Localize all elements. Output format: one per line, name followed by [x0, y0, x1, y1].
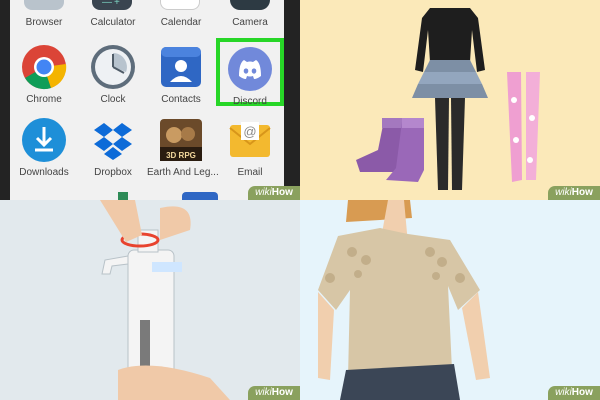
browser-icon[interactable] [24, 0, 64, 10]
wikihow-watermark: wikiHow [248, 186, 300, 200]
email-icon: @ [227, 117, 273, 163]
app-dropbox[interactable]: Dropbox [79, 117, 147, 178]
app-email[interactable]: @ Email [216, 117, 284, 178]
app-label-calculator[interactable]: Calculator [79, 17, 147, 28]
app-downloads[interactable]: Downloads [10, 117, 78, 178]
svg-text:@: @ [243, 124, 256, 139]
wikihow-watermark: wikiHow [548, 386, 600, 400]
app-label-email: Email [237, 167, 263, 178]
app-label-calendar[interactable]: Calendar [147, 17, 215, 28]
chrome-icon [21, 44, 67, 90]
app-clock[interactable]: Clock [79, 44, 147, 105]
app-label-chrome: Chrome [26, 94, 62, 105]
outfit-illustration-art [300, 0, 600, 200]
phone-bezel-right [284, 0, 300, 200]
pipette-illustration: wikiHow [0, 200, 300, 400]
discord-icon [227, 46, 273, 92]
app-discord-highlighted[interactable]: Discord [216, 38, 284, 107]
earth-and-legend-icon: 3D RPG [158, 117, 204, 163]
outfit-illustration: wikiHow [300, 0, 600, 200]
app-chrome[interactable]: Chrome [10, 44, 78, 105]
calculator-icon[interactable]: — + [92, 0, 132, 10]
app-label-camera[interactable]: Camera [216, 17, 284, 28]
contacts-icon [158, 44, 204, 90]
partial-app-icon [182, 192, 218, 200]
earth-and-legend-icon-text: 3D RPG [166, 151, 196, 160]
pipette-illustration-art [0, 200, 300, 400]
partial-app-icon [118, 192, 128, 200]
clock-icon [90, 44, 136, 90]
app-earth-and-legend[interactable]: 3D RPG Earth And Leg... [147, 117, 219, 178]
app-label-contacts: Contacts [161, 94, 201, 105]
app-label-browser[interactable]: Browser [10, 17, 78, 28]
app-contacts[interactable]: Contacts [147, 44, 215, 105]
calendar-icon[interactable] [160, 0, 200, 10]
phone-bezel-left [0, 0, 10, 200]
app-label-downloads: Downloads [19, 167, 69, 178]
dropbox-icon [90, 117, 136, 163]
phone-screen: — + Browser Calculator Calendar Camera C… [10, 0, 284, 200]
wikihow-watermark: wikiHow [248, 386, 300, 400]
app-label-dropbox: Dropbox [94, 167, 132, 178]
lace-blouse-illustration-art [300, 200, 600, 400]
camera-icon[interactable] [230, 0, 270, 10]
app-label-earth-and-legend: Earth And Leg... [147, 167, 219, 178]
downloads-icon [21, 117, 67, 163]
app-label-discord: Discord [233, 96, 267, 107]
app-drawer-panel: — + Browser Calculator Calendar Camera C… [0, 0, 300, 200]
app-label-clock: Clock [100, 94, 126, 105]
wikihow-watermark: wikiHow [548, 186, 600, 200]
lace-blouse-illustration: wikiHow [300, 200, 600, 400]
